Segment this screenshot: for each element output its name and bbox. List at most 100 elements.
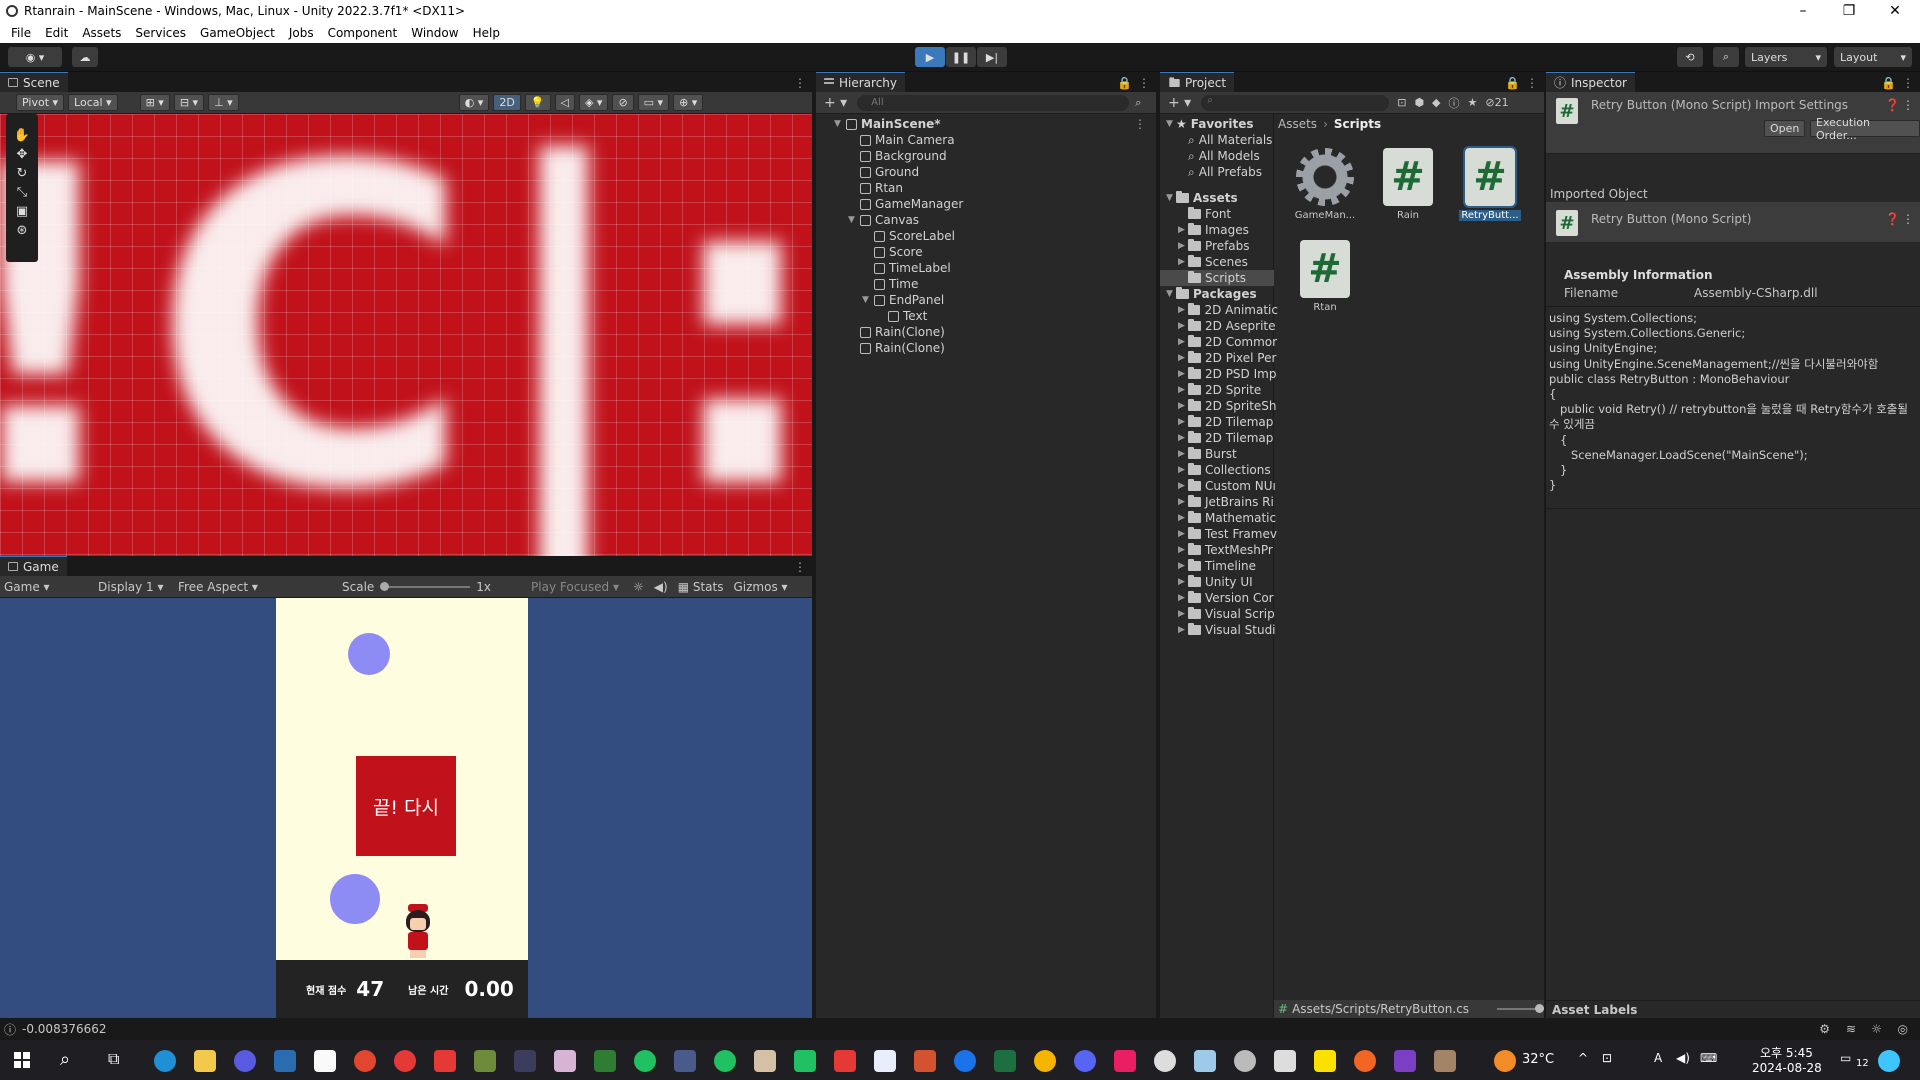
aspect-dropdown[interactable]: Free Aspect ▾	[170, 580, 330, 594]
asset-retrybutton[interactable]: # RetryButt...	[1455, 146, 1525, 221]
edge-icon[interactable]	[154, 1050, 176, 1072]
project-tree-item[interactable]: ▶ 2D Pixel Per	[1178, 350, 1278, 366]
project-tree-item[interactable]: ▶ 2D Sprite	[1178, 382, 1278, 398]
project-tree-item[interactable]: ▶ JetBrains Ri	[1178, 494, 1278, 510]
file-explorer-icon[interactable]	[194, 1050, 216, 1072]
expand-arrow-icon[interactable]: ▶	[1178, 625, 1188, 635]
scene-options-icon[interactable]: ⋮	[1134, 117, 1146, 131]
2d-toggle[interactable]: 2D	[493, 94, 521, 111]
expand-arrow-icon[interactable]: ▶	[1178, 577, 1188, 587]
hierarchy-item[interactable]: Time	[874, 276, 918, 292]
maximize-button[interactable]: ❐	[1826, 0, 1872, 22]
capture-app-icon[interactable]	[674, 1050, 696, 1072]
mute-audio-icon[interactable]: ◀)	[644, 580, 668, 594]
console-message[interactable]: -0.008376662	[22, 1022, 107, 1036]
project-menu-icon[interactable]: ⋮	[1526, 76, 1538, 90]
minimize-button[interactable]: –	[1780, 0, 1826, 22]
lock-icon[interactable]: 🔒	[1117, 76, 1132, 90]
game-menu-icon[interactable]: ⋮	[794, 560, 806, 574]
weather-temperature[interactable]: 32°C	[1522, 1052, 1554, 1067]
project-tree-item[interactable]: Font	[1178, 206, 1278, 222]
avatar-app-icon[interactable]	[1434, 1050, 1456, 1072]
tray-chevron-icon[interactable]: ^	[1578, 1051, 1588, 1065]
game-launcher-icon[interactable]	[794, 1050, 816, 1072]
project-tree-item[interactable]: ⌕ All Materials	[1178, 132, 1278, 148]
menu-edit[interactable]: Edit	[38, 26, 75, 40]
expand-arrow-icon[interactable]: ▼	[834, 119, 844, 129]
draw-mode-button[interactable]: ◐ ▾	[458, 94, 490, 111]
hierarchy-item[interactable]: TimeLabel	[874, 260, 951, 276]
menu-gameobject[interactable]: GameObject	[193, 26, 282, 40]
youtube-icon[interactable]	[834, 1050, 856, 1072]
cloud-icon[interactable]: ☁	[72, 47, 98, 67]
project-tree-item[interactable]: ▶ Visual Scrip	[1178, 606, 1278, 622]
menu-file[interactable]: File	[4, 26, 38, 40]
hierarchy-search-input[interactable]: All	[857, 94, 1130, 111]
lock-icon[interactable]: 🔒	[1505, 76, 1520, 90]
expand-arrow-icon[interactable]: ▶	[1178, 561, 1188, 571]
hierarchy-item[interactable]: Ground	[860, 164, 919, 180]
settings-icon[interactable]: ⋮	[1902, 98, 1914, 112]
project-section[interactable]: ▼ Assets	[1166, 190, 1278, 206]
copilot-icon[interactable]	[1878, 1050, 1900, 1072]
project-tree-item[interactable]: ▶ Unity UI	[1178, 574, 1278, 590]
stats-toggle[interactable]: ▦ Stats	[668, 580, 724, 594]
expand-arrow-icon[interactable]: ▶	[1178, 417, 1188, 427]
tab-project[interactable]: Project	[1160, 72, 1235, 92]
notepad-icon[interactable]	[1194, 1050, 1216, 1072]
expand-arrow-icon[interactable]: ▶	[1178, 337, 1188, 347]
history-icon[interactable]: ⟲	[1677, 47, 1703, 67]
task-view-icon[interactable]: ⧉	[108, 1049, 119, 1069]
close-button[interactable]: ✕	[1872, 0, 1918, 22]
step-button[interactable]: ▶|	[977, 47, 1007, 67]
hierarchy-item[interactable]: ▼ Canvas	[848, 212, 919, 228]
menu-window[interactable]: Window	[404, 26, 465, 40]
tab-game[interactable]: Game	[0, 556, 67, 576]
project-tree-item[interactable]: ⌕ All Prefabs	[1178, 164, 1278, 180]
create-asset-button[interactable]: + ▾	[1160, 95, 1191, 111]
notification-icon[interactable]: ▭	[1840, 1051, 1851, 1065]
search-icon[interactable]: ⌕	[1713, 47, 1739, 67]
project-tree-item[interactable]: ▶ 2D Tilemap	[1178, 414, 1278, 430]
expand-arrow-icon[interactable]: ▼	[1166, 119, 1176, 129]
hierarchy-item[interactable]: Rtan	[860, 180, 903, 196]
expand-arrow-icon[interactable]: ▶	[1178, 481, 1188, 491]
project-tree-item[interactable]: ▶ Timeline	[1178, 558, 1278, 574]
gizmos-dropdown[interactable]: Gizmos ▾	[724, 580, 788, 594]
snap-increment-button[interactable]: ⊟ ▾	[173, 94, 205, 111]
powerpoint-icon[interactable]	[914, 1050, 936, 1072]
excel-icon[interactable]	[994, 1050, 1016, 1072]
network-icon[interactable]: ⊡	[1602, 1051, 1612, 1065]
rotate-tool-icon[interactable]: ↻	[17, 166, 28, 181]
hierarchy-item[interactable]: ▼ EndPanel	[862, 292, 944, 308]
weather-icon[interactable]	[1494, 1050, 1516, 1072]
audio-icon[interactable]: ◁	[554, 94, 575, 111]
discord-icon[interactable]	[1074, 1050, 1096, 1072]
project-tree-item[interactable]: ▶ Images	[1178, 222, 1278, 238]
hidden-count[interactable]: ⊘21	[1485, 96, 1508, 109]
tab-hierarchy[interactable]: Hierarchy	[816, 72, 906, 92]
search-filter-icon[interactable]: ⌕	[1135, 96, 1141, 110]
transform-tool-icon[interactable]: ⊛	[17, 223, 28, 238]
expand-arrow-icon[interactable]: ▼	[848, 215, 858, 225]
display-dropdown[interactable]: Display 1 ▾	[90, 580, 170, 594]
sheets-app-icon[interactable]	[594, 1050, 616, 1072]
expand-arrow-icon[interactable]: ▶	[1178, 529, 1188, 539]
hierarchy-item[interactable]: Rain(Clone)	[860, 340, 945, 356]
app-icon[interactable]	[1114, 1050, 1136, 1072]
keyboard-icon[interactable]: ⌨	[1700, 1051, 1717, 1065]
asset-labels-heading[interactable]: Asset Labels	[1552, 1003, 1637, 1017]
pivot-dropdown[interactable]: Pivot ▾	[16, 94, 65, 111]
tab-scene[interactable]: Scene	[0, 72, 68, 92]
breadcrumb-scripts[interactable]: Scripts	[1334, 117, 1381, 131]
visibility-icon[interactable]: ⊘	[612, 94, 634, 111]
expand-arrow-icon[interactable]: ▼	[862, 295, 872, 305]
label-icon[interactable]: ◆	[1432, 96, 1440, 109]
cache-icon[interactable]: ≋	[1846, 1022, 1856, 1036]
chrome-icon[interactable]	[1034, 1050, 1056, 1072]
project-tree-item[interactable]: ⌕ All Models	[1178, 148, 1278, 164]
line-app-icon[interactable]	[634, 1050, 656, 1072]
expand-arrow-icon[interactable]: ▶	[1178, 257, 1188, 267]
settings-icon[interactable]: ⋮	[1902, 212, 1914, 226]
lighting-icon[interactable]: 💡	[524, 94, 551, 111]
